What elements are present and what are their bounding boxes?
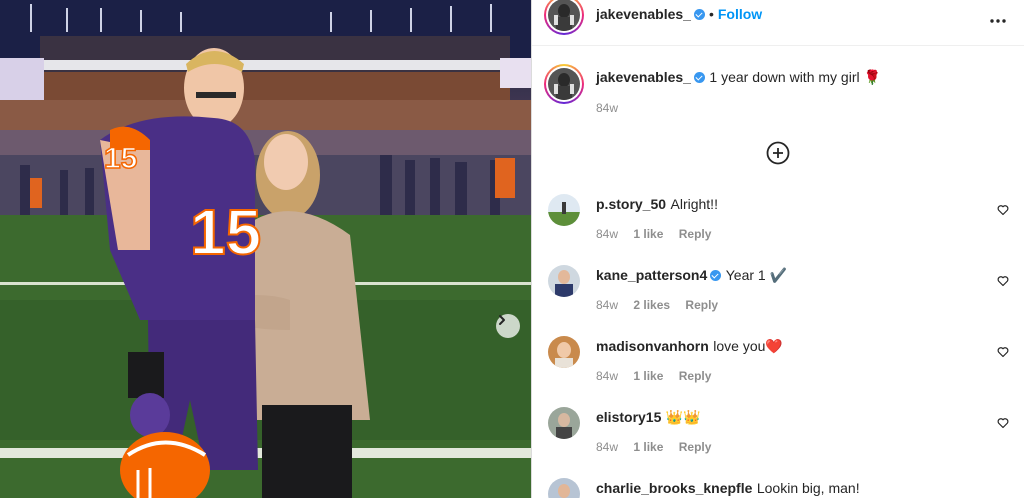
chevron-right-icon	[499, 315, 505, 325]
avatar-image	[548, 265, 580, 297]
post-header: jakevenables_ • Follow	[532, 0, 1024, 46]
verified-icon	[693, 8, 705, 20]
heart-icon[interactable]	[997, 204, 1009, 216]
comment-likes[interactable]: 2 likes	[633, 298, 670, 312]
reply-button[interactable]: Reply	[679, 369, 712, 383]
avatar-image	[548, 407, 580, 439]
commenter-avatar[interactable]	[548, 478, 580, 498]
commenter-avatar[interactable]	[548, 265, 580, 297]
avatar-image	[548, 478, 580, 498]
comment-likes[interactable]: 1 like	[633, 227, 663, 241]
comment-text: Alright!!	[670, 196, 718, 212]
comment-timestamp: 84w	[596, 298, 619, 312]
comment-likes[interactable]: 1 like	[633, 369, 663, 383]
svg-text:15: 15	[104, 142, 137, 175]
comment-text: Lookin big, man!	[756, 480, 860, 496]
commenter-avatar[interactable]	[548, 407, 580, 439]
caption-text: 1 year down with my girl 🌹	[709, 69, 881, 85]
separator-dot: •	[708, 6, 714, 22]
commenter-username[interactable]: kane_patterson4	[596, 267, 707, 283]
comment-timestamp: 84w	[596, 369, 619, 383]
comment-likes[interactable]: 1 like	[633, 440, 663, 454]
commenter-username[interactable]: madisonvanhorn	[596, 338, 709, 354]
author-avatar[interactable]	[544, 0, 584, 35]
comment-timestamp: 84w	[596, 227, 619, 241]
verified-icon	[710, 270, 722, 281]
commenter-username[interactable]: p.story_50	[596, 196, 666, 212]
caption-timestamp: 84w	[596, 101, 619, 115]
stadium-scene: 15 15	[0, 0, 531, 498]
reply-button[interactable]: Reply	[679, 440, 712, 454]
caption-username[interactable]: jakevenables_	[596, 69, 691, 85]
comment-text: Year 1 ✔️	[725, 267, 788, 283]
commenter-avatar[interactable]	[548, 194, 580, 226]
plus-circle-icon	[766, 141, 790, 165]
follow-button[interactable]: Follow	[718, 6, 762, 22]
post-photo: 15 15	[0, 0, 531, 498]
comment-text: 👑👑	[665, 409, 701, 425]
reply-button[interactable]: Reply	[685, 298, 718, 312]
comment-text: love you❤️	[713, 338, 783, 354]
jersey-number: 15	[190, 196, 261, 268]
author-username[interactable]: jakevenables_	[596, 6, 691, 22]
more-options-icon[interactable]	[990, 6, 1006, 29]
avatar-image	[548, 194, 580, 226]
commenter-username[interactable]: elistory15	[596, 409, 661, 425]
load-more-comments-button[interactable]	[766, 141, 790, 165]
ellipsis-icon	[990, 19, 1006, 23]
commenter-username[interactable]: charlie_brooks_knepfle	[596, 480, 752, 496]
comment-timestamp: 84w	[596, 440, 619, 454]
heart-icon[interactable]	[997, 417, 1009, 429]
reply-button[interactable]: Reply	[679, 227, 712, 241]
heart-icon[interactable]	[997, 275, 1009, 287]
avatar-image	[548, 336, 580, 368]
caption-author-avatar[interactable]	[544, 64, 584, 104]
avatar-image	[548, 68, 580, 100]
commenter-avatar[interactable]	[548, 336, 580, 368]
avatar-image	[548, 0, 580, 31]
post-side-panel: jakevenables_ • Follow jakevenables_ 1 y…	[531, 0, 1024, 498]
heart-icon[interactable]	[997, 346, 1009, 358]
caption: jakevenables_ 1 year down with my girl 🌹	[596, 69, 881, 87]
next-photo-button[interactable]	[496, 314, 520, 338]
verified-icon	[693, 72, 705, 83]
